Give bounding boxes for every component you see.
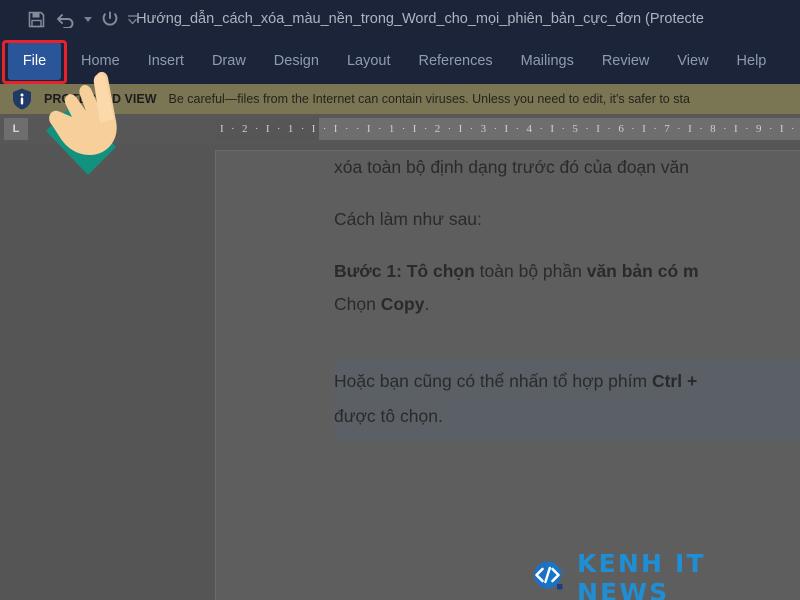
highlighted-paragraph-block: Hoặc bạn cũng có thể nhấn tổ hợp phím Ct… xyxy=(334,359,800,441)
protected-view-label: PROTECTED VIEW xyxy=(44,92,157,106)
paragraph-2-run-1: Cách làm như sau: xyxy=(334,209,482,229)
tab-review[interactable]: Review xyxy=(588,38,664,84)
paragraph-3: Bước 1: Tô chọn toàn bộ phần văn bản có … xyxy=(334,261,699,281)
paragraph-3-run-1: Bước 1: Tô chọn xyxy=(334,261,475,281)
ribbon-tab-bar: File Home Insert Draw Design Layout Refe… xyxy=(0,38,800,84)
document-title: Hướng_dẫn_cách_xóa_màu_nền_trong_Word_ch… xyxy=(136,11,704,27)
paragraph-1: xóa toàn bộ định dạng trước đó của đoạn … xyxy=(334,157,689,177)
document-canvas: xóa toàn bộ định dạng trước đó của đoạn … xyxy=(0,144,800,600)
highlighted-line-2: được tô chọn. xyxy=(334,406,443,427)
tab-mailings[interactable]: Mailings xyxy=(507,38,588,84)
tab-view[interactable]: View xyxy=(663,38,722,84)
ruler-tick-labels: I · 2 · I · 1 · I · I · · I · 1 · I · 2 … xyxy=(220,123,797,135)
paragraph-3-run-3: văn bản có m xyxy=(586,261,699,281)
paragraph-4-run-1: Chọn xyxy=(334,294,381,314)
watermark-brand-text: KENH IT NEWS xyxy=(577,549,706,600)
highlighted-line-1-run-1: Hoặc bạn cũng có thể nhấn tổ hợp phím xyxy=(334,371,652,391)
tab-layout[interactable]: Layout xyxy=(333,38,405,84)
document-page[interactable]: xóa toàn bộ định dạng trước đó của đoạn … xyxy=(215,150,800,600)
paragraph-1-run-1: xóa toàn bộ định dạng trước đó của đoạn … xyxy=(334,157,689,177)
tab-references[interactable]: References xyxy=(404,38,506,84)
protected-view-message: Be careful—files from the Internet can c… xyxy=(168,92,690,106)
highlighted-line-2-run-1: được tô chọn. xyxy=(334,406,443,426)
tab-file[interactable]: File xyxy=(8,42,61,80)
tab-insert[interactable]: Insert xyxy=(134,38,198,84)
paragraph-2: Cách làm như sau: xyxy=(334,209,482,229)
protected-view-bar: PROTECTED VIEW Be careful—files from the… xyxy=(0,84,800,114)
highlighted-line-1-run-2: Ctrl + xyxy=(651,371,698,391)
code-brackets-circle-icon xyxy=(530,557,568,600)
tab-home[interactable]: Home xyxy=(67,38,134,84)
info-shield-icon xyxy=(12,88,32,110)
watermark: KENH IT NEWS xyxy=(530,549,800,600)
tab-design[interactable]: Design xyxy=(260,38,333,84)
paragraph-4: Chọn Copy. xyxy=(334,294,430,314)
tab-stop-selector[interactable]: L xyxy=(4,118,28,140)
ruler-row: L I · 2 · I · 1 · I · I · · I · 1 · I · … xyxy=(0,114,800,144)
paragraph-3-run-2: toàn bộ phần xyxy=(474,261,587,281)
tab-help[interactable]: Help xyxy=(723,38,781,84)
tab-draw[interactable]: Draw xyxy=(198,38,260,84)
paragraph-4-run-2: Copy xyxy=(380,294,425,314)
paragraph-4-run-3: . xyxy=(424,294,430,314)
highlighted-line-1: Hoặc bạn cũng có thể nhấn tổ hợp phím Ct… xyxy=(334,371,697,392)
title-bar: Hướng_dẫn_cách_xóa_màu_nền_trong_Word_ch… xyxy=(0,0,800,38)
horizontal-ruler[interactable]: I · 2 · I · 1 · I · I · · I · 1 · I · 2 … xyxy=(215,118,800,140)
word-application-window: Hướng_dẫn_cách_xóa_màu_nền_trong_Word_ch… xyxy=(0,0,800,600)
